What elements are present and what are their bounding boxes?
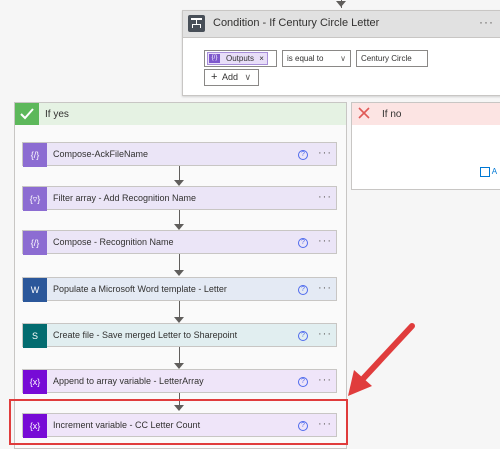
compose-icon: {/} (23, 231, 47, 255)
action-title: Filter array - Add Recognition Name (53, 193, 197, 203)
yes-branch-header[interactable]: If yes (15, 103, 346, 125)
condition-more-button[interactable]: ··· (479, 15, 494, 29)
condition-value: Century Circle (361, 54, 412, 63)
close-icon (352, 103, 376, 125)
variable-icon: {x} (23, 370, 47, 394)
action-card[interactable]: W Populate a Microsoft Word template - L… (22, 277, 337, 302)
operator-dropdown[interactable]: is equal to ∨ (282, 50, 351, 67)
condition-card[interactable]: Condition - If Century Circle Letter ···… (182, 10, 500, 96)
chevron-down-icon: ∨ (340, 54, 346, 63)
add-label: Add (221, 72, 238, 82)
action-title: Compose-AckFileName (53, 149, 149, 159)
plus-icon: + (211, 71, 218, 83)
more-options-button[interactable]: ··· (318, 191, 332, 203)
chevron-down-icon: ∨ (244, 72, 252, 82)
condition-left-operand[interactable]: {/} Outputs × (204, 50, 277, 67)
more-options-button[interactable]: ··· (318, 374, 332, 386)
word-icon: W (23, 278, 47, 302)
sharepoint-icon: S (23, 324, 47, 348)
action-card[interactable]: {/} Compose - Recognition Name ? ··· (22, 230, 337, 255)
action-title: Populate a Microsoft Word template - Let… (53, 284, 227, 294)
connector-arrow (174, 270, 184, 276)
yes-branch-label: If yes (45, 109, 69, 120)
help-icon[interactable]: ? (298, 238, 308, 248)
add-action-label: A (491, 167, 498, 177)
no-branch-label: If no (382, 109, 402, 120)
help-icon[interactable]: ? (298, 331, 308, 341)
add-action-icon (480, 167, 490, 177)
more-options-button[interactable]: ··· (318, 147, 332, 159)
action-title: Append to array variable - LetterArray (53, 376, 204, 386)
condition-header[interactable]: Condition - If Century Circle Letter ··· (183, 11, 500, 38)
action-card[interactable]: S Create file - Save merged Letter to Sh… (22, 323, 337, 348)
help-icon[interactable]: ? (298, 285, 308, 295)
action-title: Create file - Save merged Letter to Shar… (53, 330, 238, 340)
add-action-button[interactable]: A (480, 167, 497, 177)
more-options-button[interactable]: ··· (318, 328, 332, 340)
action-card[interactable]: {/} Compose-AckFileName ? ··· (22, 142, 337, 167)
connector-arrow (336, 1, 346, 7)
outputs-token[interactable]: {/} Outputs × (207, 52, 268, 65)
annotation-arrow (348, 323, 415, 396)
condition-icon (188, 15, 205, 32)
token-label: Outputs (226, 54, 255, 63)
more-options-button[interactable]: ··· (318, 282, 332, 294)
condition-right-operand[interactable]: Century Circle (356, 50, 428, 67)
token-remove-icon[interactable]: × (259, 54, 264, 63)
no-branch: If no A (351, 102, 500, 190)
action-card[interactable]: {x} Append to array variable - LetterArr… (22, 369, 337, 394)
highlight-box (9, 399, 348, 445)
action-card[interactable]: {▿} Filter array - Add Recognition Name … (22, 186, 337, 211)
help-icon[interactable]: ? (298, 377, 308, 387)
add-button[interactable]: + Add ∨ (204, 69, 259, 86)
action-title: Compose - Recognition Name (53, 237, 174, 247)
filter-icon: {▿} (23, 187, 47, 211)
compose-icon: {/} (23, 143, 47, 167)
check-icon (15, 103, 39, 125)
operator-value: is equal to (287, 54, 324, 63)
compose-token-icon: {/} (209, 54, 220, 63)
help-icon[interactable]: ? (298, 150, 308, 160)
condition-title: Condition - If Century Circle Letter (213, 17, 380, 29)
more-options-button[interactable]: ··· (318, 235, 332, 247)
no-branch-header[interactable]: If no (352, 103, 500, 125)
